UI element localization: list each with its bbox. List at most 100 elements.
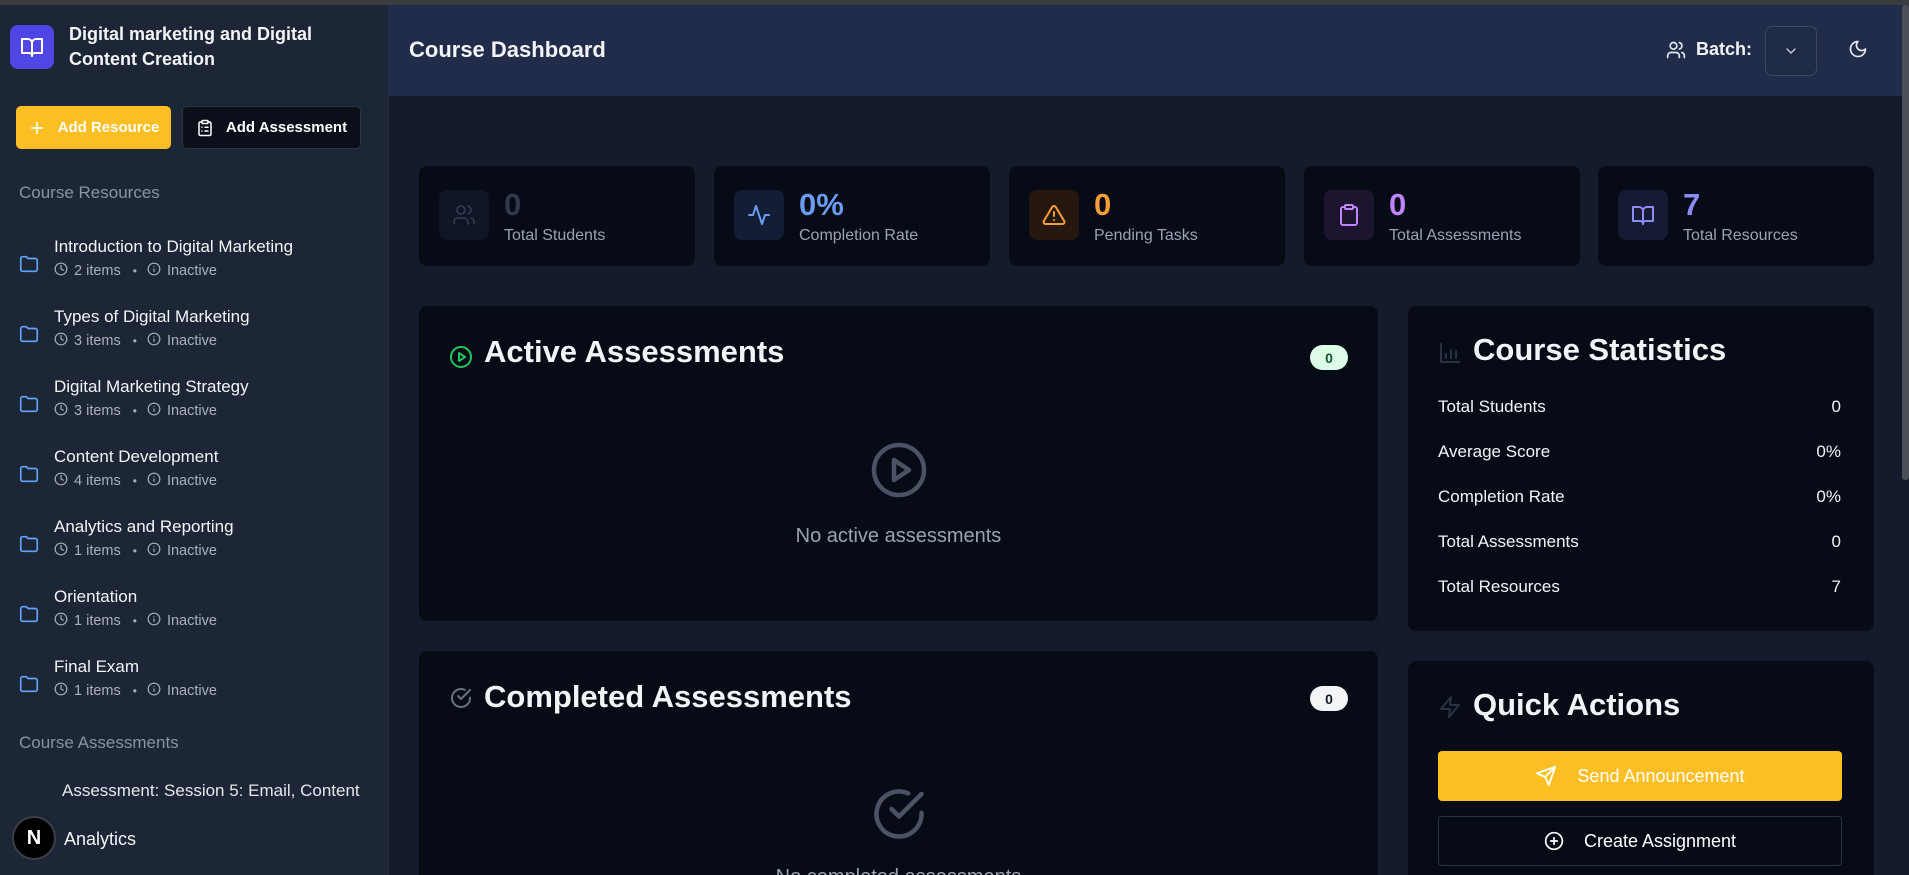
send-announcement-label: Send Announcement: [1577, 765, 1745, 786]
resource-list-item[interactable]: Orientation 1 items • Inactive: [18, 587, 378, 637]
zap-icon: [1438, 695, 1462, 724]
clock-icon: [54, 612, 74, 630]
info-icon: [147, 262, 167, 280]
clipboard-icon: [1324, 190, 1374, 240]
stat-label: Pending Tasks: [1094, 227, 1198, 244]
add-assessment-label: Add Assessment: [225, 119, 348, 136]
create-assignment-label: Create Assignment: [1583, 830, 1737, 851]
alert-triangle-icon: [1029, 190, 1079, 240]
stat-row-average-score: Average Score 0%: [1438, 442, 1841, 462]
resource-name: Orientation: [54, 587, 138, 606]
stat-row-completion-rate: Completion Rate 0%: [1438, 487, 1841, 507]
resource-meta: 1 items • Inactive: [54, 542, 217, 560]
theme-toggle-button[interactable]: [1848, 39, 1868, 64]
users-icon: [439, 190, 489, 240]
add-resource-button[interactable]: Add Resource: [16, 106, 171, 149]
separator-dot: •: [132, 334, 137, 348]
resource-status: Inactive: [166, 613, 217, 629]
resource-meta: 3 items • Inactive: [54, 402, 217, 420]
resource-item-count: 2 items: [74, 263, 121, 279]
course-resources-heading: Course Resources: [19, 183, 160, 202]
resource-item-count: 3 items: [74, 333, 121, 349]
completed-assessments-panel: Completed Assessments 0 No completed ass…: [419, 651, 1378, 875]
assessment-list-item[interactable]: Assessment: Session 5: Email, Content: [62, 781, 374, 801]
stat-label: Total Assessments: [1389, 227, 1522, 244]
resource-meta: 1 items • Inactive: [54, 682, 217, 700]
folder-icon: [18, 673, 40, 700]
clock-icon: [54, 542, 74, 560]
send-announcement-button[interactable]: Send Announcement: [1438, 751, 1842, 801]
book-open-icon: [1618, 190, 1668, 240]
stat-row-total-resources: Total Resources 7: [1438, 577, 1841, 597]
clipboard-list-icon: [198, 119, 212, 136]
stat-row-value: 0: [1831, 532, 1841, 551]
info-icon: [147, 542, 167, 560]
resource-name: Digital Marketing Strategy: [54, 377, 249, 396]
avatar[interactable]: N: [12, 816, 56, 860]
send-icon: [1536, 765, 1557, 787]
batch-select[interactable]: [1765, 26, 1817, 76]
info-icon: [147, 682, 167, 700]
resource-list-item[interactable]: Final Exam 1 items • Inactive: [18, 657, 378, 707]
course-assessments-heading: Course Assessments: [19, 733, 179, 752]
page-title: Course Dashboard: [409, 37, 606, 62]
completed-count-badge: 0: [1310, 686, 1348, 711]
stat-row-label: Completion Rate: [1438, 487, 1565, 506]
resource-status: Inactive: [166, 683, 217, 699]
resource-name: Analytics and Reporting: [54, 517, 234, 536]
resource-list-item[interactable]: Content Development 4 items • Inactive: [18, 447, 378, 497]
stat-card-pending-tasks: 0 Pending Tasks: [1009, 166, 1285, 266]
folder-icon: [18, 253, 40, 280]
resource-item-count: 1 items: [74, 613, 121, 629]
active-assessments-panel: Active Assessments 0 No active assessmen…: [419, 306, 1378, 621]
course-statistics-title: Course Statistics: [1473, 332, 1727, 367]
resource-meta: 2 items • Inactive: [54, 262, 217, 280]
info-icon: [147, 332, 167, 350]
resource-name: Introduction to Digital Marketing: [54, 237, 294, 256]
stat-value: 0: [504, 187, 522, 222]
info-icon: [147, 472, 167, 490]
resource-list-item[interactable]: Digital Marketing Strategy 3 items • Inacti…: [18, 377, 378, 427]
users-icon: [1666, 41, 1686, 58]
resource-list-item[interactable]: Types of Digital Marketing 3 items • Inacti…: [18, 307, 378, 357]
stat-row-value: 0: [1831, 397, 1841, 416]
add-assessment-button[interactable]: Add Assessment: [182, 106, 361, 149]
batch-label: Batch:: [1696, 39, 1753, 59]
clock-icon: [54, 402, 74, 420]
resource-status: Inactive: [166, 263, 217, 279]
page-scrollbar[interactable]: [1902, 5, 1909, 480]
completed-assessments-title: Completed Assessments: [484, 679, 852, 714]
analytics-link[interactable]: Analytics: [64, 829, 136, 850]
resource-list-item[interactable]: Analytics and Reporting 1 items • Inactive: [18, 517, 378, 567]
batch-label-group: Batch:: [1666, 39, 1752, 60]
separator-dot: •: [132, 614, 137, 628]
resource-meta: 3 items • Inactive: [54, 332, 217, 350]
create-assignment-button[interactable]: Create Assignment: [1438, 816, 1842, 866]
book-open-icon: [10, 25, 54, 69]
separator-dot: •: [132, 404, 137, 418]
check-circle-icon: [449, 686, 473, 715]
stat-label: Total Students: [504, 227, 606, 244]
resource-list-item[interactable]: Introduction to Digital Marketing 2 items…: [18, 237, 378, 287]
course-title: Digital marketing and Digital Content Cr…: [69, 24, 313, 69]
clock-icon: [54, 332, 74, 350]
resource-item-count: 3 items: [74, 403, 121, 419]
course-brand[interactable]: Digital marketing and Digital Content Cr…: [10, 22, 359, 72]
clock-icon: [54, 472, 74, 490]
activity-icon: [734, 190, 784, 240]
plus-icon: [30, 121, 43, 134]
info-icon: [147, 612, 167, 630]
stat-label: Completion Rate: [799, 227, 919, 244]
stat-row-value: 0%: [1816, 487, 1841, 506]
resource-status: Inactive: [166, 473, 217, 489]
resource-item-count: 1 items: [74, 543, 121, 559]
resource-name: Types of Digital Marketing: [54, 307, 250, 326]
resource-item-count: 1 items: [74, 683, 121, 699]
folder-icon: [18, 463, 40, 490]
separator-dot: •: [132, 684, 137, 698]
resource-item-count: 4 items: [74, 473, 121, 489]
clock-icon: [54, 262, 74, 280]
chevron-down-icon: [1786, 48, 1796, 54]
clock-icon: [54, 682, 74, 700]
stat-card-total-resources: 7 Total Resources: [1598, 166, 1874, 266]
